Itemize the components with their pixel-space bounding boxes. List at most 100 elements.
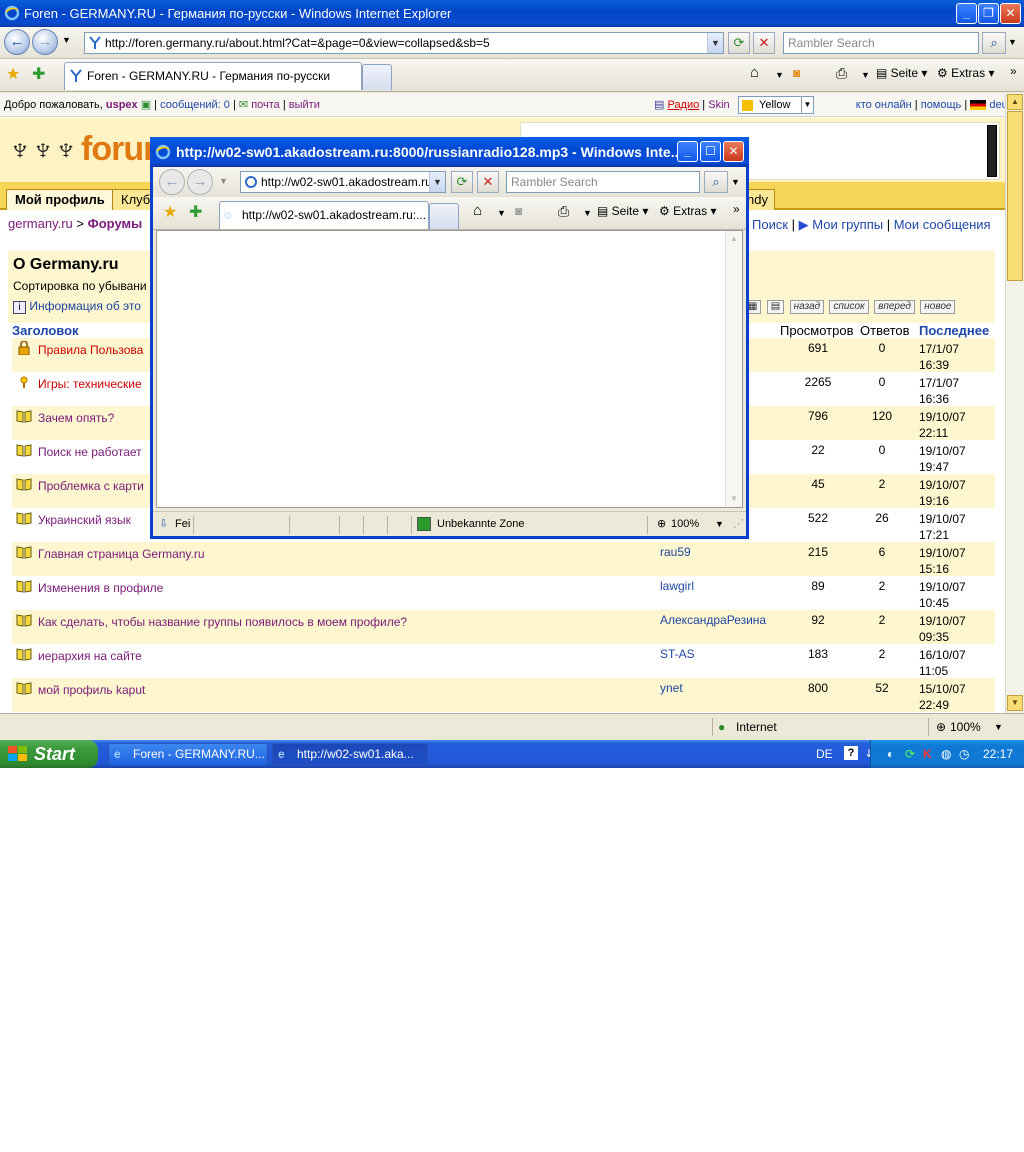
popup-title-bar[interactable]: http://w02-sw01.akadostream.ru:8000/russ… (150, 137, 749, 167)
my-messages-link[interactable]: Мои сообщения (894, 217, 991, 232)
popup-zoom-text[interactable]: 100% (671, 512, 699, 536)
popup-address-bar[interactable]: http://w02-sw01.akadostream.ru: ▼ (240, 171, 446, 193)
thread-title-link[interactable]: Изменения в профиле (38, 581, 163, 595)
my-groups-link[interactable]: Мои группы (812, 217, 883, 232)
thread-author-link[interactable]: ynet (660, 681, 683, 695)
popup-back-button[interactable]: ← (159, 169, 185, 195)
popup-address-dropdown-icon[interactable]: ▼ (429, 172, 445, 192)
popup-forward-button[interactable]: → (187, 169, 213, 195)
home-icon[interactable]: ⌂ (750, 63, 759, 83)
popup-scroll-up-icon[interactable]: ▲ (727, 232, 741, 246)
minimize-button[interactable]: _ (956, 3, 977, 24)
popup-new-tab-button[interactable] (429, 203, 459, 229)
popup-home-dropdown-icon[interactable]: ▼ (497, 203, 506, 223)
breadcrumb-forums[interactable]: Форумы (88, 216, 143, 231)
popup-maximize-button[interactable]: ☐ (700, 141, 721, 162)
flat-view-icon[interactable]: ▤ (766, 300, 785, 314)
skin-select[interactable]: Yellow ▼ (738, 96, 814, 114)
add-favorites-icon[interactable]: ✚ (32, 64, 45, 84)
popup-print-icon[interactable]: ⎙ (558, 201, 569, 221)
feeds-icon[interactable]: ◙ (793, 63, 800, 83)
thread-title-link[interactable]: Игры: технические (38, 377, 142, 391)
who-online-link[interactable]: кто онлайн (856, 99, 912, 111)
tab-my-profile[interactable]: Мой профиль (6, 189, 114, 210)
tray-clock-icon[interactable]: ◷ (959, 740, 969, 768)
search-icon[interactable]: ⌕ (982, 32, 1006, 54)
popup-search-options-icon[interactable]: ▼ (731, 177, 740, 187)
username-link[interactable]: uspex (106, 99, 138, 111)
start-button[interactable]: Start (0, 740, 98, 768)
task-foren[interactable]: e Foren - GERMANY.RU... (108, 743, 268, 766)
popup-close-button[interactable]: ✕ (723, 141, 744, 162)
popup-scrollbar[interactable]: ▲ ▼ (725, 231, 742, 507)
logout-link[interactable]: выйти (289, 99, 320, 111)
thread-title-link[interactable]: Украинский язык (38, 513, 131, 527)
ad-scrollbar[interactable] (987, 125, 997, 177)
forum-logo[interactable]: ♆♆♆ forum (8, 130, 173, 169)
popup-history-icon[interactable]: ▼ (219, 176, 228, 186)
favorites-star-icon[interactable]: ★ (6, 64, 20, 84)
thread-title-link[interactable]: мой профиль kaput (38, 683, 145, 697)
close-button[interactable]: ✕ (1000, 3, 1021, 24)
popup-refresh-icon[interactable]: ⟳ (451, 171, 473, 193)
popup-scroll-down-icon[interactable]: ▼ (727, 492, 741, 506)
mail-link[interactable]: почта (251, 99, 280, 111)
scroll-up-icon[interactable]: ▲ (1007, 94, 1023, 110)
popup-print-dropdown-icon[interactable]: ▼ (583, 203, 592, 223)
thread-author-link[interactable]: rau59 (660, 545, 691, 559)
clock[interactable]: 22:17 (983, 740, 1013, 768)
language-link[interactable]: deutsch (989, 99, 1005, 111)
more-tools-icon[interactable]: » (1010, 61, 1017, 81)
scroll-thumb[interactable] (1007, 111, 1023, 281)
tray-network-icon[interactable]: ◐ (887, 740, 894, 768)
language-indicator[interactable]: DE (816, 740, 833, 768)
popup-page-menu[interactable]: ▤ Seite ▾ (597, 201, 648, 221)
thread-title-link[interactable]: Поиск не работает (38, 445, 142, 459)
forward-button[interactable]: → (32, 29, 58, 55)
task-radio[interactable]: e http://w02-sw01.aka... (272, 743, 428, 766)
search-options-icon[interactable]: ▼ (1008, 37, 1017, 47)
popup-stop-icon[interactable]: ✕ (477, 171, 499, 193)
home-dropdown-icon[interactable]: ▼ (775, 65, 784, 85)
popup-tools-menu[interactable]: ⚙ Extras ▾ (659, 201, 716, 221)
tray-antivirus-icon[interactable]: K (923, 740, 932, 768)
radio-link[interactable]: Радио (667, 99, 699, 111)
tray-app-icon[interactable]: ◍ (941, 740, 951, 768)
tools-menu[interactable]: ⚙ Extras ▾ (937, 63, 994, 83)
tab-foren[interactable]: Foren - GERMANY.RU - Германия по-русски (64, 62, 362, 90)
thread-author-link[interactable]: АлександраРезина (660, 613, 766, 627)
new-thread-button[interactable]: новое (920, 300, 956, 314)
zoom-text[interactable]: 100% (950, 714, 981, 740)
popup-search-input[interactable]: Rambler Search (506, 171, 700, 193)
col-last[interactable]: Последнее (919, 323, 989, 338)
popup-zoom-dropdown-icon[interactable]: ▼ (715, 512, 724, 536)
address-dropdown-icon[interactable]: ▼ (707, 33, 723, 53)
popup-add-favorites-icon[interactable]: ✚ (189, 202, 202, 222)
refresh-icon[interactable]: ⟳ (728, 32, 750, 54)
new-tab-button[interactable] (362, 64, 392, 90)
help-link[interactable]: помощь (921, 99, 962, 111)
print-icon[interactable]: ⎙ (836, 63, 847, 83)
thread-author-link[interactable]: ST-AS (660, 647, 695, 661)
thread-author-link[interactable]: lawgirl (660, 579, 694, 593)
main-vertical-scrollbar[interactable]: ▲ ▼ (1005, 93, 1024, 713)
maximize-button[interactable]: ❐ (978, 3, 999, 24)
address-bar[interactable]: http://foren.germany.ru/about.html?Cat=&… (84, 32, 724, 54)
tray-refresh-icon[interactable]: ⟳ (905, 740, 915, 768)
col-subject[interactable]: Заголовок (12, 323, 79, 338)
info-link[interactable]: Информация об это (29, 299, 141, 313)
thread-title-link[interactable]: Правила Пользова (38, 343, 143, 357)
popup-feeds-icon[interactable]: ◙ (515, 201, 522, 221)
popup-search-icon[interactable]: ⌕ (704, 171, 728, 193)
thread-title-link[interactable]: Зачем опять? (38, 411, 114, 425)
thread-title-link[interactable]: иерархия на сайте (38, 649, 142, 663)
skin-dropdown-icon[interactable]: ▼ (801, 97, 813, 113)
thread-title-link[interactable]: Главная страница Germany.ru (38, 547, 205, 561)
thread-title-link[interactable]: Как сделать, чтобы название группы появи… (38, 615, 407, 629)
scroll-down-icon[interactable]: ▼ (1007, 695, 1023, 711)
forward-page-button[interactable]: вперед (874, 300, 915, 314)
list-button[interactable]: список (829, 300, 869, 314)
print-dropdown-icon[interactable]: ▼ (861, 65, 870, 85)
stop-icon[interactable]: ✕ (753, 32, 775, 54)
messages-link[interactable]: сообщений: 0 (160, 99, 230, 111)
